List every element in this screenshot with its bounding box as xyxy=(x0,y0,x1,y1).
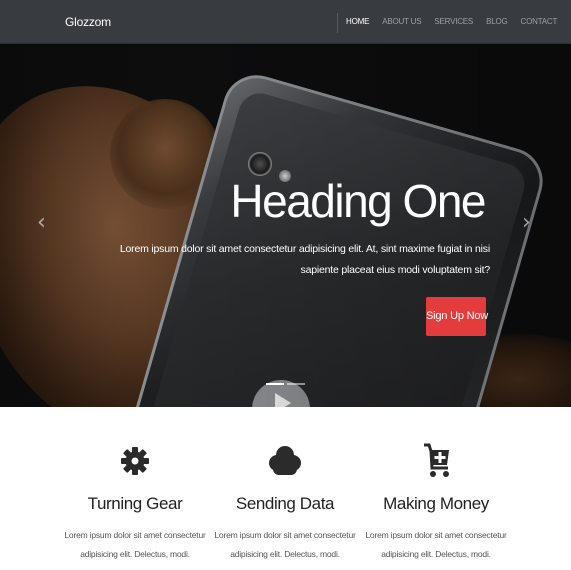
hero-heading: Heading One xyxy=(230,175,486,227)
feature-title: Sending Data xyxy=(235,494,335,513)
hero-text: Lorem ipsum dolor sit amet consectetur a… xyxy=(119,243,490,276)
feature-description: Lorem ipsum dolor sit amet consectetur a… xyxy=(365,530,507,559)
nav-menu: HOME ABOUT US SERVICES BLOG CONTACT xyxy=(346,0,570,44)
feature-description: Lorem ipsum dolor sit amet consectetur a… xyxy=(64,530,206,559)
brand-logo[interactable]: Glozzom xyxy=(65,0,111,44)
carousel-indicator-1[interactable] xyxy=(266,383,284,385)
nav-link-contact[interactable]: CONTACT xyxy=(521,0,558,44)
feature-title: Making Money xyxy=(383,494,489,513)
features-section: Turning Gear Lorem ipsum dolor sit amet … xyxy=(0,407,571,570)
nav-link-blog[interactable]: BLOG xyxy=(486,0,508,44)
nav-divider xyxy=(337,13,338,33)
carousel-indicators xyxy=(266,383,308,385)
navbar: Glozzom HOME ABOUT US SERVICES BLOG CONT… xyxy=(0,0,571,44)
cart-plus-icon xyxy=(424,443,449,477)
nav-link-services[interactable]: SERVICES xyxy=(434,0,473,44)
sign-up-button[interactable]: Sign Up Now xyxy=(426,297,488,336)
gear-icon xyxy=(121,447,149,475)
nav-link-about-us[interactable]: ABOUT US xyxy=(382,0,421,44)
carousel-indicator-2[interactable] xyxy=(287,383,305,385)
cloud-icon xyxy=(269,446,301,475)
nav-link-home[interactable]: HOME xyxy=(346,0,369,44)
hero-carousel: ‹ › Heading One Lorem ipsum dolor sit am… xyxy=(0,44,571,407)
chevron-left-icon[interactable]: ‹ xyxy=(37,212,46,234)
feature-title: Turning Gear xyxy=(87,494,183,513)
feature-description: Lorem ipsum dolor sit amet consectetur a… xyxy=(214,530,356,559)
chevron-right-icon[interactable]: › xyxy=(522,212,531,234)
